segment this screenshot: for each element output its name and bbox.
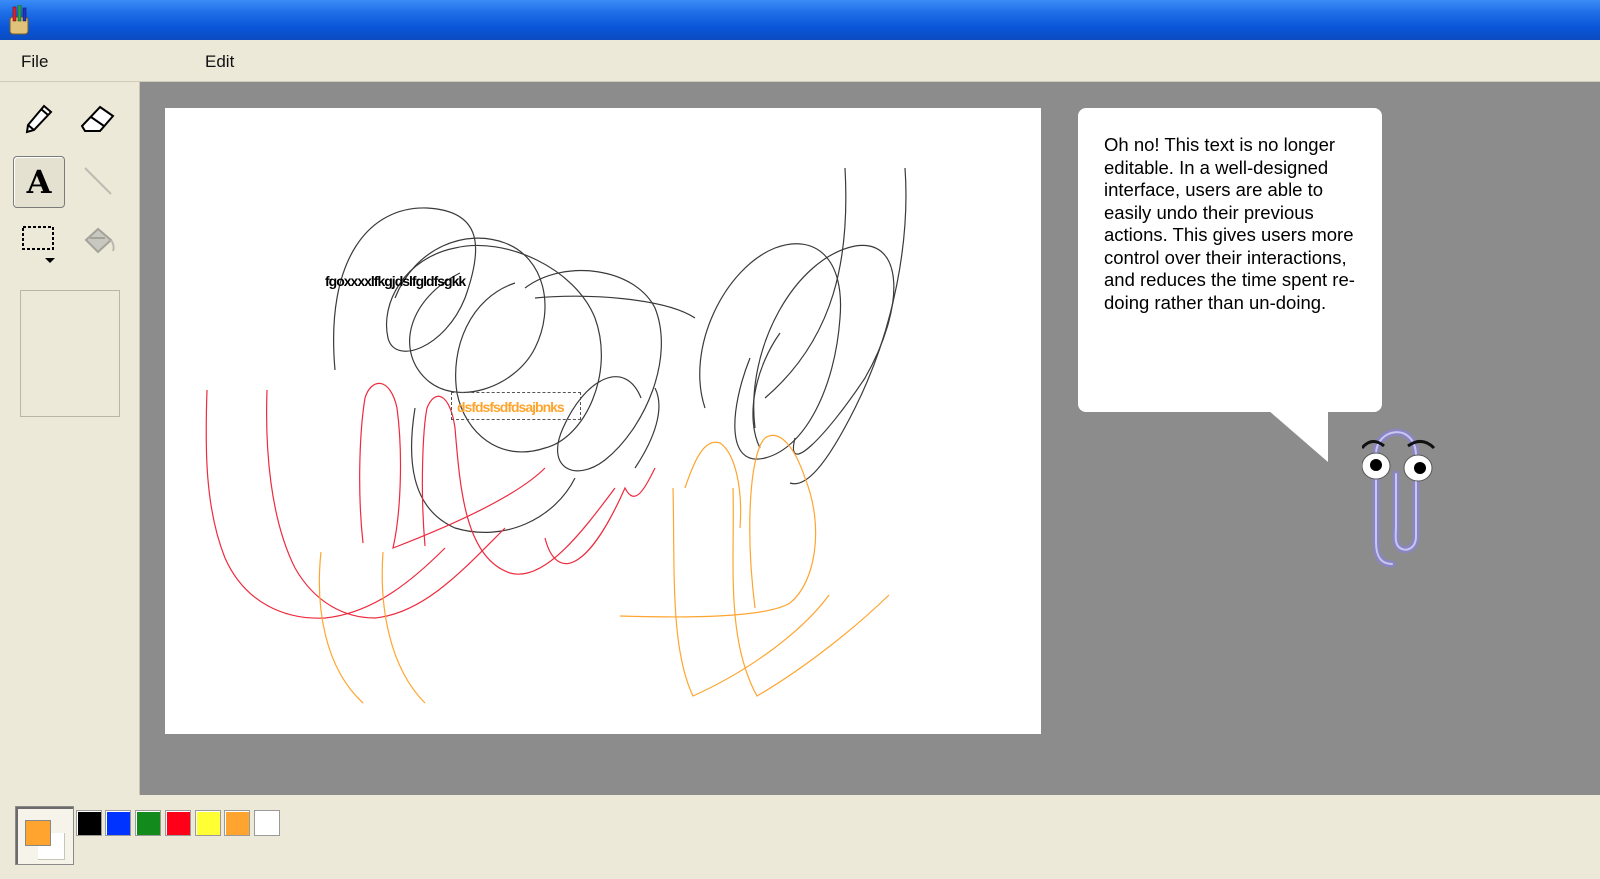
palette-swatch-yellow[interactable] bbox=[195, 810, 221, 836]
workspace: fgoxxxxlfkgjdslfgldfsgkk dsfdsfsdfdsajbn… bbox=[140, 82, 1600, 795]
line-icon bbox=[84, 167, 112, 195]
fill-tool[interactable] bbox=[73, 216, 123, 266]
pencil-icon bbox=[25, 104, 53, 134]
current-colors[interactable] bbox=[15, 806, 74, 865]
dashed-rect-icon bbox=[22, 226, 55, 263]
drawing-canvas[interactable]: fgoxxxxlfkgjdslfgldfsgkk dsfdsfsdfdsajbn… bbox=[165, 108, 1041, 734]
canvas-text-black: fgoxxxxlfkgjdslfgldfsgkk bbox=[325, 273, 466, 289]
menu-file[interactable]: File bbox=[21, 52, 48, 72]
canvas-text-orange: dsfdsfsdfdsajbnks bbox=[457, 399, 565, 415]
text-a-icon: A bbox=[26, 163, 52, 201]
assistant-speech-bubble: Oh no! This text is no longer editable. … bbox=[1078, 108, 1382, 412]
palette-swatch-white[interactable] bbox=[254, 810, 280, 836]
toolbox: A bbox=[0, 82, 140, 795]
paint-bucket-icon bbox=[84, 227, 115, 254]
menu-edit[interactable]: Edit bbox=[205, 52, 234, 72]
menu-bar: File Edit bbox=[0, 40, 1600, 82]
canvas-strokes bbox=[205, 167, 907, 704]
palette-swatch-orange[interactable] bbox=[224, 810, 250, 836]
palette-swatch-black[interactable] bbox=[76, 810, 102, 836]
pencil-tool[interactable] bbox=[14, 94, 64, 144]
text-tool[interactable]: A bbox=[13, 156, 65, 208]
speech-bubble-tail bbox=[1268, 410, 1328, 462]
palette-swatch-green[interactable] bbox=[135, 810, 161, 836]
line-tool[interactable] bbox=[73, 156, 123, 206]
paint-app-icon bbox=[9, 5, 29, 35]
palette-swatch-blue[interactable] bbox=[105, 810, 131, 836]
title-bar bbox=[0, 0, 1600, 40]
canvas-text-selection[interactable]: dsfdsfsdfdsajbnks bbox=[451, 392, 581, 420]
palette-swatch-red[interactable] bbox=[165, 810, 191, 836]
paperclip-assistant-icon[interactable] bbox=[1362, 414, 1444, 574]
select-tool[interactable] bbox=[13, 216, 63, 266]
color-palette-bar bbox=[0, 795, 1600, 879]
foreground-color-swatch[interactable] bbox=[25, 820, 51, 846]
assistant-message: Oh no! This text is no longer editable. … bbox=[1104, 134, 1355, 313]
eraser-icon bbox=[80, 105, 115, 132]
tool-options-panel bbox=[20, 290, 120, 417]
eraser-tool[interactable] bbox=[73, 94, 123, 144]
